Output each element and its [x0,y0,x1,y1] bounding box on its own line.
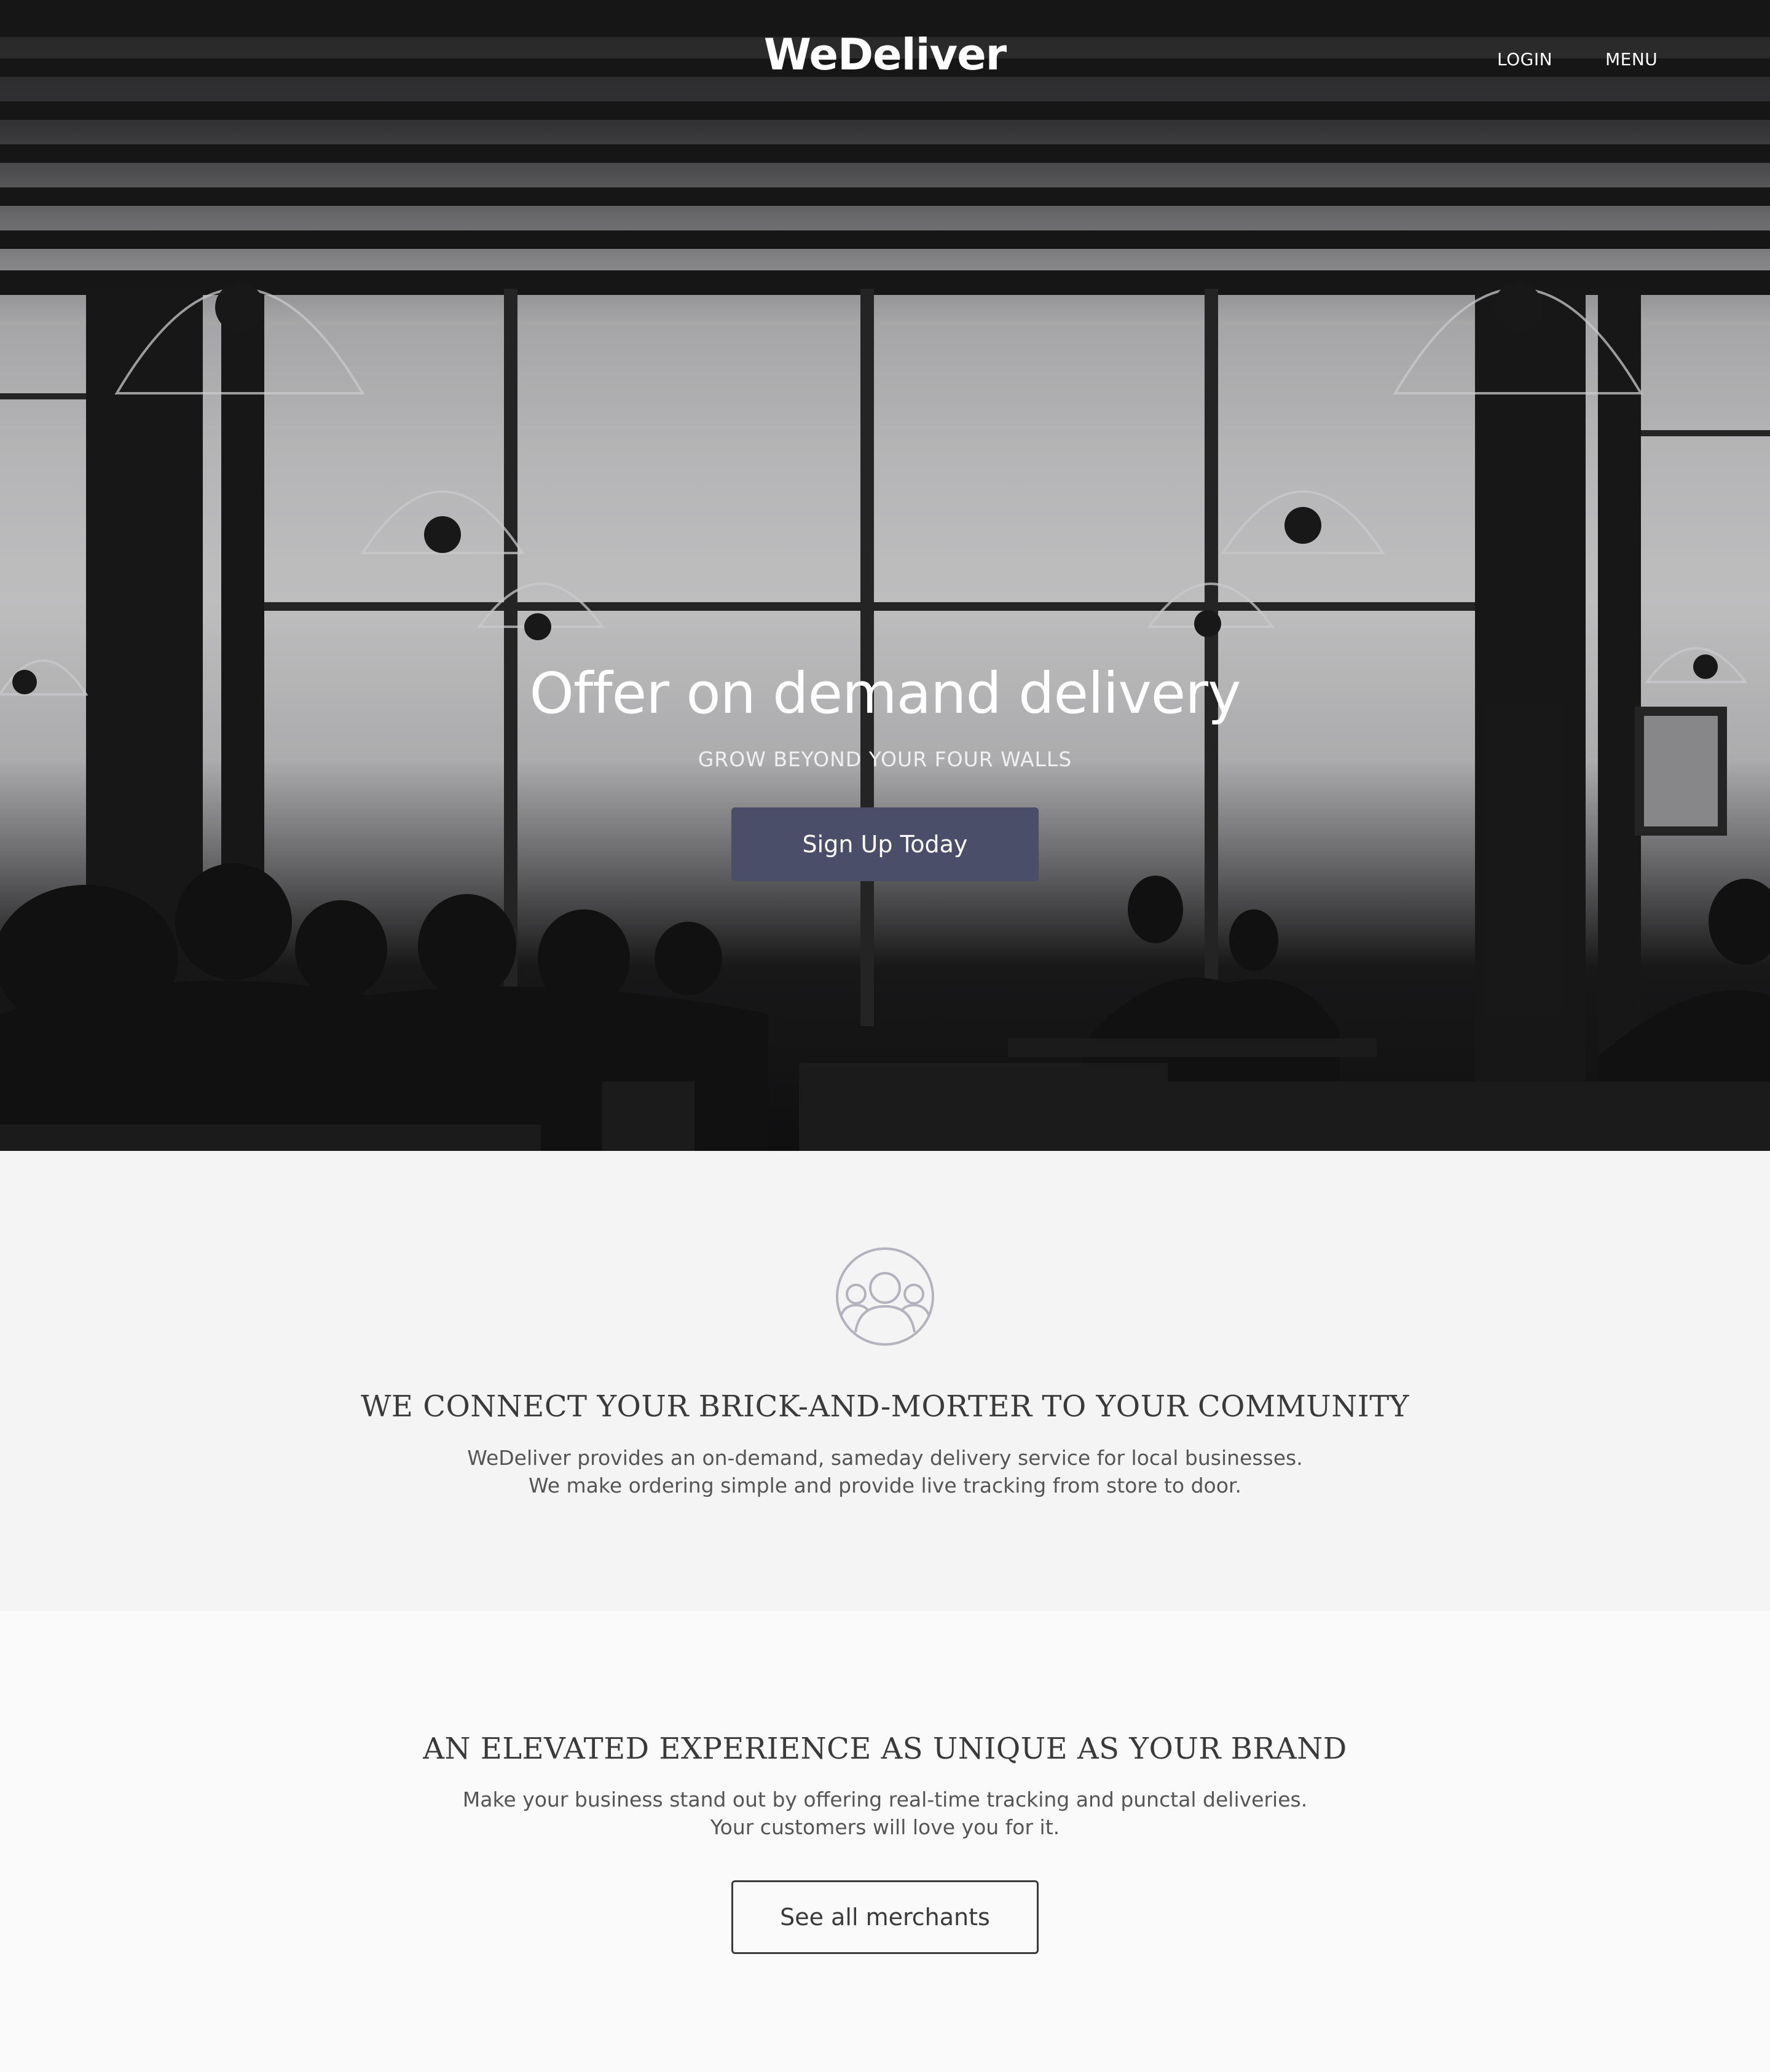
community-text-line2: We make ordering simple and provide live… [529,1474,1241,1497]
community-heading: WE CONNECT YOUR BRICK-AND-MORTER TO YOUR… [361,1389,1409,1424]
hero-title: Offer on demand delivery [529,661,1241,726]
hero-section: WeDeliver LOGIN MENU Offer on demand del… [0,0,1770,1151]
see-all-merchants-button[interactable]: See all merchants [731,1880,1039,1954]
hero-overlay [0,0,1770,1151]
community-text-line1: WeDeliver provides an on-demand, sameday… [467,1446,1303,1470]
experience-section: AN ELEVATED EXPERIENCE AS UNIQUE AS YOUR… [0,1612,1770,2072]
signup-button[interactable]: Sign Up Today [731,807,1039,881]
experience-text-line1: Make your business stand out by offering… [462,1787,1308,1811]
hero-subtitle: GROW BEYOND YOUR FOUR WALLS [698,747,1072,771]
community-group-icon [836,1247,934,1346]
experience-heading: AN ELEVATED EXPERIENCE AS UNIQUE AS YOUR… [423,1732,1347,1766]
login-link[interactable]: LOGIN [1497,49,1552,69]
community-section: WE CONNECT YOUR BRICK-AND-MORTER TO YOUR… [0,1151,1770,1612]
experience-text-line2: Your customers will love you for it. [710,1815,1060,1839]
menu-link[interactable]: MENU [1605,49,1658,69]
